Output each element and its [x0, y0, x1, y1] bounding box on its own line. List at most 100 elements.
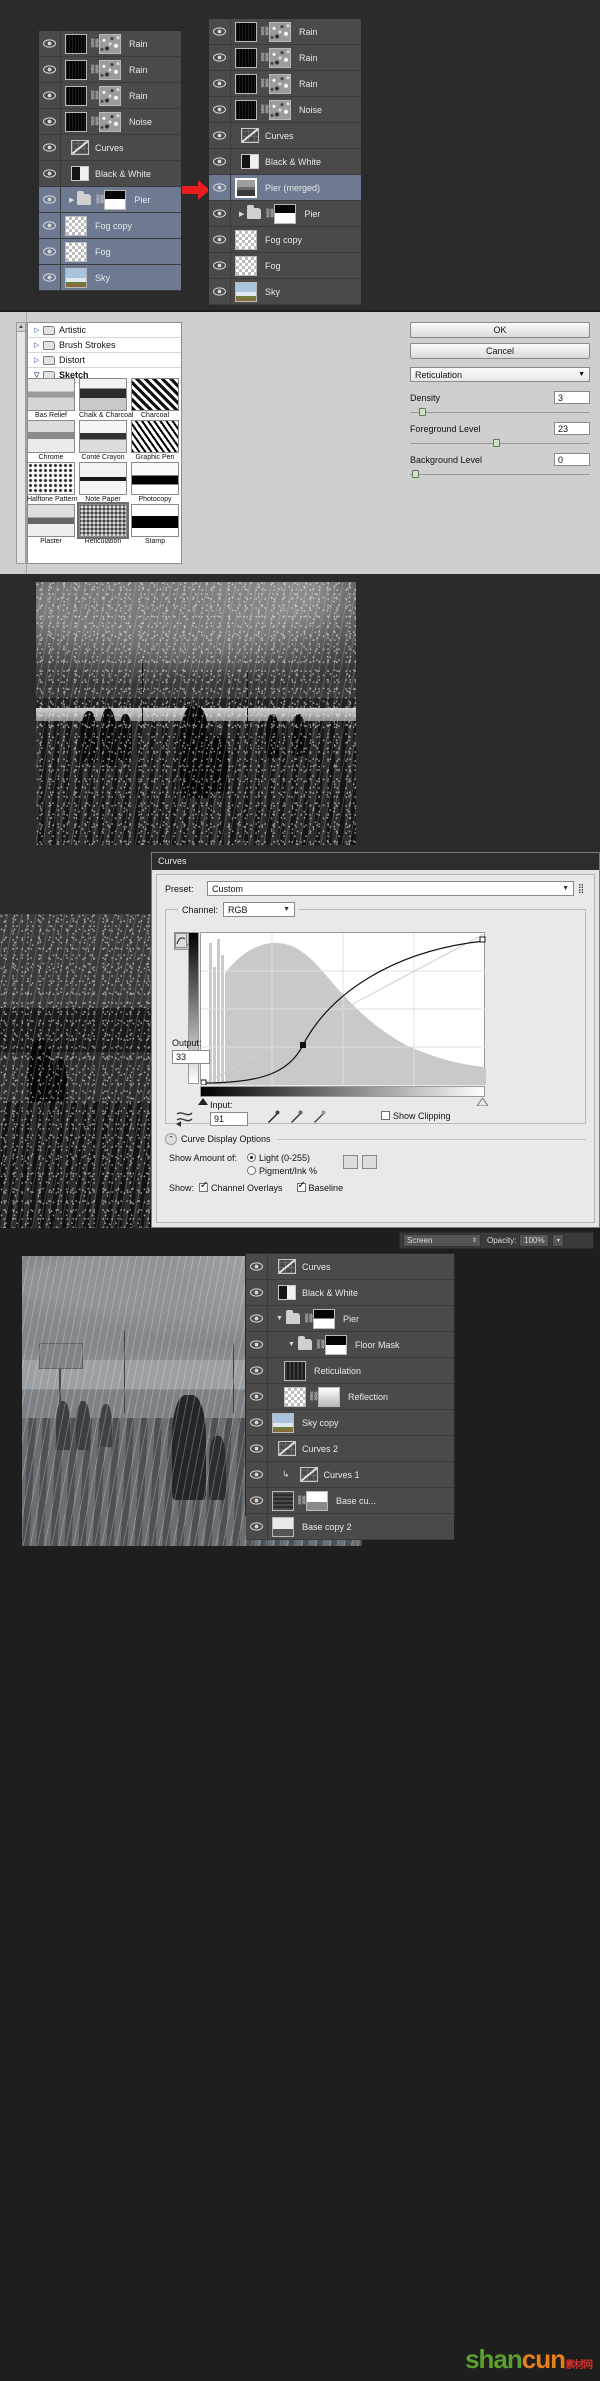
- channel-row[interactable]: Channel: RGB ▼: [178, 902, 300, 917]
- layer-mask-thumbnail[interactable]: [99, 59, 121, 80]
- visibility-toggle[interactable]: [209, 279, 231, 304]
- filter-category-row[interactable]: ▷ Distort: [28, 353, 181, 368]
- filter-parameters[interactable]: Density 3 Foreground Level 23 Background Lev…: [410, 391, 590, 478]
- filter-thumbnail-cell[interactable]: Reticulation: [77, 502, 129, 545]
- visibility-toggle[interactable]: [246, 1332, 268, 1357]
- layer-thumbnail[interactable]: [284, 1360, 306, 1381]
- link-icon[interactable]: ⛓: [259, 104, 270, 115]
- layer-row[interactable]: ⛓ Rain: [39, 31, 181, 57]
- filter-settings-column[interactable]: OK Cancel Reticulation ▼ Density 3 Foregro…: [410, 322, 590, 478]
- opacity-value[interactable]: 100%: [519, 1234, 550, 1247]
- ok-button[interactable]: OK: [410, 322, 590, 338]
- layer-mask-thumbnail[interactable]: [269, 21, 291, 42]
- pigment-radio[interactable]: Pigment/Ink %: [247, 1166, 317, 1176]
- visibility-toggle[interactable]: [209, 71, 231, 96]
- link-icon[interactable]: ⛓: [89, 64, 100, 75]
- parameter-slider[interactable]: [410, 439, 590, 447]
- visibility-toggle[interactable]: [39, 213, 61, 238]
- visibility-toggle[interactable]: [39, 239, 61, 264]
- visibility-toggle[interactable]: [246, 1514, 268, 1539]
- layer-row[interactable]: Sky copy: [246, 1410, 454, 1436]
- visibility-toggle[interactable]: [209, 45, 231, 70]
- collapse-chevron-icon[interactable]: ⌃: [165, 1133, 177, 1145]
- link-icon[interactable]: ⛓: [303, 1313, 314, 1324]
- link-icon[interactable]: ⛓: [308, 1391, 319, 1402]
- visibility-toggle[interactable]: [246, 1410, 268, 1435]
- filter-category-row[interactable]: ▷ Artistic: [28, 323, 181, 338]
- layer-row[interactable]: Sky: [39, 265, 181, 291]
- chevron-right-icon[interactable]: ▶: [69, 196, 74, 204]
- layer-thumbnail[interactable]: [235, 47, 257, 68]
- layer-row[interactable]: ⛓ Noise: [209, 97, 361, 123]
- layer-mask-thumbnail[interactable]: [99, 33, 121, 54]
- visibility-toggle[interactable]: [39, 161, 61, 186]
- curves-dialog[interactable]: Curves Preset: Custom ▼ ⣿ Channel: RGB ▼: [151, 852, 600, 1228]
- layer-row[interactable]: ▶ ⛓ Pier: [39, 187, 181, 213]
- opacity-chevron-icon[interactable]: ▾: [552, 1234, 565, 1247]
- checkbox-box[interactable]: [199, 1180, 208, 1192]
- visibility-toggle[interactable]: [209, 175, 231, 200]
- layer-row[interactable]: ▼ ⛓ Floor Mask: [246, 1332, 454, 1358]
- final-layers-panel[interactable]: Curves Black & White ▼ ⛓ Pier ▼ ⛓ Floor Mask Ret…: [245, 1253, 455, 1540]
- black-white-adjustment-icon[interactable]: [278, 1285, 296, 1300]
- curves-adjustment-icon[interactable]: [278, 1441, 296, 1456]
- parameter-value[interactable]: 0: [554, 453, 590, 466]
- chevron-right-icon[interactable]: ▶: [239, 210, 244, 218]
- visibility-toggle[interactable]: [246, 1436, 268, 1461]
- layer-row[interactable]: ▶ ⛓ Pier: [209, 201, 361, 227]
- filter-thumbnail-cell[interactable]: Conté Crayon: [79, 420, 127, 461]
- visibility-toggle[interactable]: [246, 1280, 268, 1305]
- link-icon[interactable]: ⛓: [264, 208, 275, 219]
- visibility-toggle[interactable]: [246, 1358, 268, 1383]
- layer-row[interactable]: Curves 2: [246, 1436, 454, 1462]
- layer-row[interactable]: Curves: [209, 123, 361, 149]
- gallery-vertical-scrollbar[interactable]: ▲: [16, 322, 26, 564]
- visibility-toggle[interactable]: [209, 97, 231, 122]
- filter-thumbnail-cell[interactable]: Bas Relief: [27, 378, 75, 419]
- light-radio[interactable]: Light (0-255): [247, 1153, 317, 1163]
- link-icon[interactable]: ⛓: [89, 116, 100, 127]
- visibility-toggle[interactable]: [209, 149, 231, 174]
- link-icon[interactable]: ⛓: [315, 1339, 326, 1350]
- stepper-icon[interactable]: ⇕: [472, 1237, 477, 1244]
- parameter-slider[interactable]: [410, 470, 590, 478]
- channel-overlays-checkbox[interactable]: Channel Overlays: [199, 1180, 283, 1193]
- show-clipping-checkbox[interactable]: Show Clipping: [381, 1111, 451, 1121]
- slider-knob[interactable]: [411, 470, 419, 478]
- white-point-slider[interactable]: [477, 1098, 488, 1106]
- visibility-toggle[interactable]: [246, 1462, 268, 1487]
- filter-thumbnail-cell[interactable]: Note Paper: [79, 462, 127, 503]
- visibility-toggle[interactable]: [39, 109, 61, 134]
- link-icon[interactable]: ⛓: [259, 26, 270, 37]
- filter-thumbnail-cell[interactable]: Chalk & Charcoal: [79, 378, 133, 419]
- filter-parameter[interactable]: Background Level 0: [410, 453, 590, 478]
- blend-mode-dropdown[interactable]: Screen ⇕: [403, 1234, 481, 1247]
- visibility-toggle[interactable]: [246, 1306, 268, 1331]
- baseline-checkbox[interactable]: Baseline: [296, 1180, 343, 1193]
- chevron-down-icon[interactable]: ▼: [288, 1341, 295, 1348]
- group-mask-thumbnail[interactable]: [312, 1308, 335, 1329]
- layer-row[interactable]: Pier (merged): [209, 175, 361, 201]
- preset-dropdown[interactable]: Custom ▼: [207, 881, 574, 896]
- visibility-toggle[interactable]: [39, 135, 61, 160]
- input-field[interactable]: 91: [210, 1112, 248, 1126]
- layer-mask-thumbnail[interactable]: [306, 1490, 328, 1511]
- visibility-toggle[interactable]: [209, 19, 231, 44]
- filter-name-dropdown[interactable]: Reticulation ▼: [410, 367, 590, 382]
- black-white-adjustment-icon[interactable]: [241, 154, 259, 169]
- layer-row[interactable]: Base copy 2: [246, 1514, 454, 1540]
- layer-row[interactable]: ⛓ Rain: [39, 57, 181, 83]
- chevron-right-icon[interactable]: ▷: [34, 356, 43, 364]
- black-point-slider[interactable]: [198, 1098, 208, 1105]
- checkbox-box[interactable]: [296, 1180, 306, 1192]
- visibility-toggle[interactable]: [209, 123, 231, 148]
- layer-row[interactable]: Black & White: [209, 149, 361, 175]
- layer-row[interactable]: Fog copy: [209, 227, 361, 253]
- layer-mask-thumbnail[interactable]: [318, 1386, 340, 1407]
- curves-adjustment-icon[interactable]: [278, 1259, 296, 1274]
- layer-thumbnail[interactable]: [235, 281, 257, 302]
- layer-thumbnail[interactable]: [65, 241, 87, 262]
- curve-canvas[interactable]: [200, 932, 486, 1085]
- layer-thumbnail[interactable]: [272, 1412, 294, 1433]
- filter-parameter[interactable]: Density 3: [410, 391, 590, 416]
